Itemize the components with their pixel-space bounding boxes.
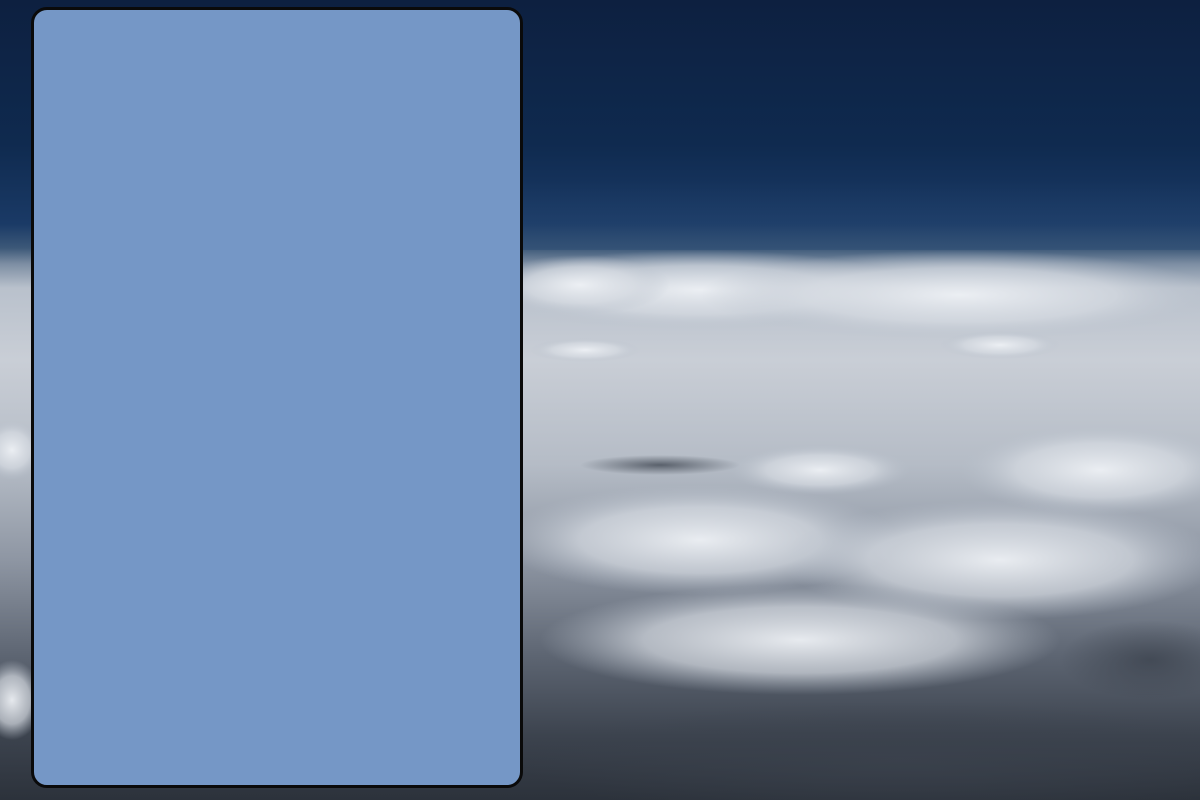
desktop — [0, 0, 1200, 800]
blue-panel — [31, 7, 523, 788]
